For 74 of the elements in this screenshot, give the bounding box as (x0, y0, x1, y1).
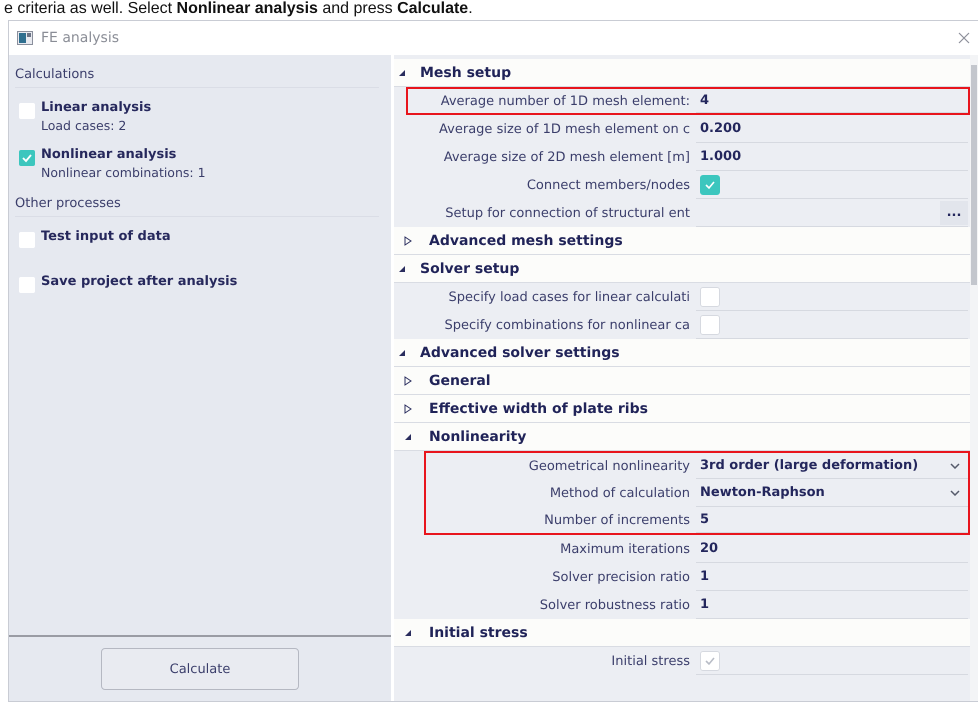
property-label: Specify load cases for linear calculati (448, 290, 691, 304)
section-header[interactable]: Initial stress (394, 619, 970, 647)
property-label: Method of calculation (548, 486, 691, 500)
section-header[interactable]: Nonlinearity (394, 423, 970, 451)
checkmark-icon (703, 178, 717, 190)
chevron-down-icon[interactable] (950, 490, 960, 496)
checkbox[interactable] (19, 277, 35, 293)
section-title: Effective width of plate ribs (429, 400, 648, 416)
caption-text: e criteria as well. Select Nonlinear analysis and press Calculate. (3, 0, 474, 19)
property-value[interactable]: 0.200 (700, 121, 742, 136)
section-title: Initial stress (429, 624, 528, 640)
group-heading: Calculations (15, 61, 379, 88)
close-icon[interactable] (958, 32, 970, 44)
property-label: Setup for connection of structural ent (444, 206, 691, 220)
checkbox[interactable] (700, 174, 720, 194)
section-header[interactable]: General (394, 367, 970, 395)
section-title: Mesh setup (420, 64, 512, 80)
section-title: Advanced solver settings (420, 344, 620, 360)
property-label: Solver precision ratio (551, 570, 691, 584)
chevron-down-icon[interactable] (950, 462, 960, 468)
checkbox[interactable] (700, 314, 720, 334)
property-value[interactable]: 1 (700, 597, 710, 612)
section-title: General (429, 372, 491, 388)
property-value[interactable]: 4 (700, 93, 710, 108)
checkbox[interactable] (19, 150, 35, 166)
property-label: Number of increments (543, 512, 691, 528)
collapsed-arrow-icon[interactable] (404, 236, 412, 246)
property-value[interactable]: 1 (700, 569, 710, 584)
section-header[interactable]: Advanced mesh settings (394, 227, 970, 255)
section-header[interactable]: Effective width of plate ribs (394, 395, 970, 423)
collapsed-arrow-icon[interactable] (404, 404, 412, 414)
option-label: Nonlinear analysis (41, 147, 178, 162)
scrollbar[interactable] (970, 55, 978, 701)
property-label: Average size of 1D mesh element on c (438, 122, 691, 136)
section-header[interactable]: Mesh setup (394, 59, 970, 87)
property-value[interactable]: 20 (700, 541, 718, 556)
property-label: Specify combinations for nonlinear ca (443, 318, 691, 332)
section-title: Nonlinearity (429, 428, 526, 444)
checkmark-icon (703, 654, 717, 666)
property-label: Average size of 2D mesh element [m] (442, 150, 691, 164)
checkmark-icon (21, 153, 33, 163)
calculate-button[interactable]: Calculate (101, 648, 299, 690)
expanded-arrow-icon[interactable] (404, 628, 412, 636)
option-label: Save project after analysis (41, 274, 238, 289)
section-title: Solver setup (420, 260, 520, 276)
property-value[interactable]: 5 (700, 512, 710, 527)
option-label: Linear analysis (41, 100, 152, 115)
window-title: FE analysis (41, 30, 120, 46)
property-value[interactable]: 1.000 (700, 149, 742, 164)
section-title: Advanced mesh settings (429, 232, 623, 248)
property-label: Solver robustness ratio (538, 598, 691, 612)
property-label: Maximum iterations (559, 542, 691, 556)
option-detail: Nonlinear combinations: 1 (41, 165, 206, 180)
option-detail: Load cases: 2 (41, 118, 128, 133)
option-label: Test input of data (41, 229, 171, 244)
property-label: Geometrical nonlinearity (528, 458, 691, 474)
expanded-arrow-icon[interactable] (398, 68, 406, 76)
group-heading: Other processes (15, 190, 379, 217)
dropdown-value[interactable]: 3rd order (large deformation) (700, 458, 918, 473)
expanded-arrow-icon[interactable] (398, 264, 406, 272)
expanded-arrow-icon[interactable] (404, 432, 412, 440)
section-header[interactable]: Advanced solver settings (394, 339, 970, 367)
checkbox[interactable] (19, 103, 35, 119)
checkbox[interactable] (700, 286, 720, 306)
more-button[interactable]: ... (940, 200, 968, 224)
expanded-arrow-icon[interactable] (398, 348, 406, 356)
collapsed-arrow-icon[interactable] (404, 376, 412, 386)
window-icon (17, 31, 33, 45)
dropdown-value[interactable]: Newton-Raphson (700, 485, 825, 500)
checkbox[interactable] (19, 232, 35, 248)
property-label: Average number of 1D mesh element: (440, 94, 691, 108)
property-label: Initial stress (610, 654, 691, 668)
section-header[interactable]: Solver setup (394, 255, 970, 283)
property-label: Connect members/nodes (526, 178, 691, 192)
